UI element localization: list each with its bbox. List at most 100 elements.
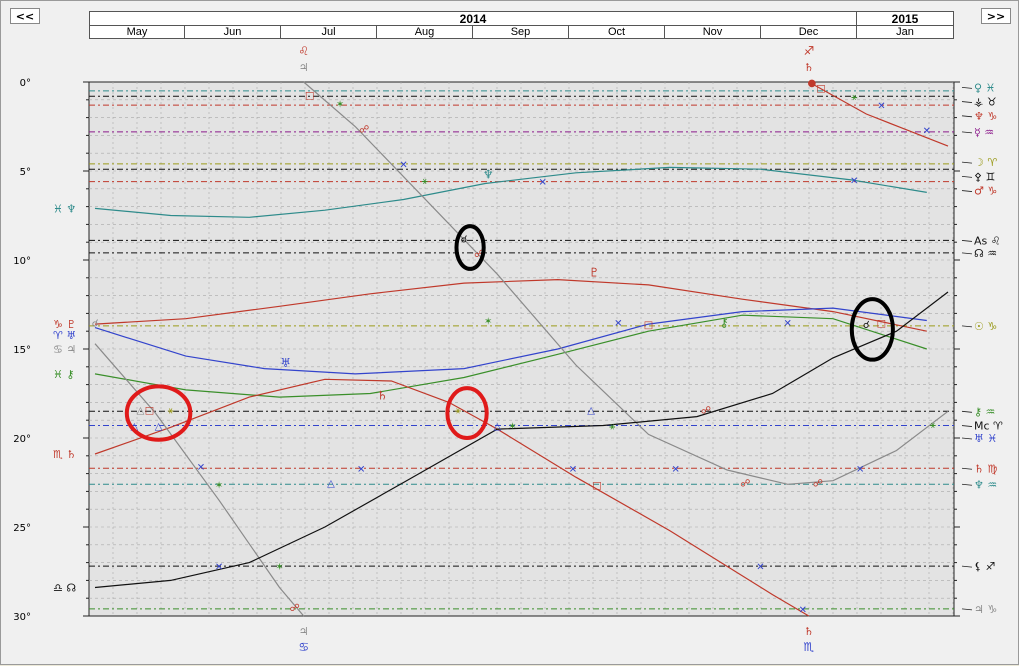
aspect-marker: ✕ [856,464,864,475]
natal-label-right: ♀ ♓ [974,81,995,94]
natal-label-right: ⚴ ♊ [974,170,995,183]
aspect-marker: △ [587,406,595,417]
aspect-marker: ⚹ [851,92,857,103]
natal-label-right: ♅ ♓ [974,432,997,445]
aspect-marker: ✕ [672,464,680,475]
aspect-marker: ☍ [290,603,300,614]
aspect-marker: ✕ [215,562,223,573]
aspect-marker: ✕ [923,126,931,137]
aspect-marker: ☍ [740,479,750,490]
y-tick-label: 25° [13,523,31,534]
aspect-marker: ✕ [538,178,546,189]
label-leader [961,175,973,178]
label-leader [961,115,973,118]
aspect-marker: ☌ [461,235,468,246]
y-tick-label: 10° [13,256,31,267]
aspect-marker: ⚹ [422,176,428,187]
label-leader [961,190,973,192]
natal-label-left: ♏ ♄ [53,448,76,461]
aspect-marker: ✕ [357,464,365,475]
natal-label-right: ☊ ♒ [974,247,997,260]
aspect-marker: △ [493,422,501,433]
aspect-marker: ✶ [484,317,492,328]
aspect-marker: ✕ [399,160,407,171]
natal-label-right: ♃ ♑ [974,603,997,616]
aspect-marker: ● [807,78,816,89]
aspect-marker: ⚹ [168,406,174,417]
aspect-marker: ✕ [197,462,205,473]
natal-label-left: ♈ ♅ [53,329,76,342]
y-tick-label: 30° [13,612,31,623]
aspect-marker: □ [592,480,601,491]
label-leader [961,101,973,103]
aspect-marker: ✶ [215,480,223,491]
aspect-marker: ✕ [783,318,791,329]
natal-label-left: ♓ ♆ [53,202,76,215]
natal-label-right: Mc ♈ [974,420,1003,433]
natal-label-right: ⚶ ♉ [974,96,997,109]
curve-label: ♄ [377,388,388,402]
natal-label-right: ♆ ♑ [974,110,997,123]
aspect-marker: ✕ [877,101,885,112]
natal-label-right: ⚸ ♐ [974,560,995,573]
label-leader [961,483,973,486]
label-leader [961,240,973,242]
natal-label-left: ♋ ♃ [53,343,76,356]
natal-label-left: ♓ ⚷ [53,368,74,381]
natal-label-right: ♄ ♍ [974,462,997,475]
ingress-planet-label-top: ♄ [804,61,814,74]
aspect-marker: △ [327,479,335,490]
y-tick-label: 15° [13,345,31,356]
aspect-marker: ✕ [614,318,622,329]
aspect-marker: □ [644,320,653,331]
aspect-marker: ⚹ [609,422,615,433]
ingress-sign-label-bottom: ♏ [803,640,814,654]
label-leader [961,425,973,427]
aspect-marker: ✶ [275,562,283,573]
aspect-marker: ✶ [508,422,516,433]
natal-label-right: As ♌ [974,234,1001,247]
ingress-planet-label-bottom: ♄ [804,625,814,638]
aspect-marker: ⚹ [455,406,461,417]
aspect-marker: ✕ [569,464,577,475]
label-leader [961,410,973,413]
aspect-marker: ☌ [92,318,99,329]
chart-window: << >> 2014 2015 May Jun Jul Aug Sep Oct … [0,0,1019,665]
natal-label-right: ♂ ♑ [974,185,997,198]
curve-label: ♇ [589,265,600,279]
aspect-marker: ☌ [863,320,870,331]
ingress-sign-label-top: ♐ [803,44,814,58]
label-leader [961,608,973,611]
aspect-marker: ☍ [701,406,711,417]
y-tick-label: 0° [20,78,31,89]
aspect-marker: ☍ [813,479,823,490]
label-leader [961,325,973,328]
aspect-marker: ⚹ [930,420,936,431]
natal-label-right: ☽ ♈ [974,156,997,169]
label-leader [961,161,973,164]
curve-label: ♅ [280,356,291,370]
label-leader [961,565,973,568]
ingress-planet-label-top: ♃ [299,61,309,74]
label-leader [961,467,973,470]
natal-label-right: ☿ ♒ [974,126,994,139]
natal-label-right: ♆ ♒ [974,478,997,491]
aspect-marker: ☍ [359,124,369,135]
natal-label-left: ♎ ☊ [53,582,76,595]
y-tick-label: 20° [13,434,31,445]
aspect-marker: ✕ [756,562,764,573]
aspect-marker: □ [305,90,314,101]
aspect-marker: □ [145,406,154,417]
aspect-marker: △ [137,406,145,417]
curve-label: ♆ [483,168,494,182]
aspect-marker: □ [877,318,886,329]
label-leader [961,86,973,89]
label-leader [961,131,973,134]
aspect-marker: □ [816,83,825,94]
natal-label-right: ☉ ♑ [974,320,997,333]
curve-label: ⚷ [720,315,729,329]
aspect-marker: ✶ [336,99,344,110]
label-leader [961,437,973,440]
label-leader [961,252,973,255]
transit-chart: 0°5°10°15°20°25°30°□✶☍✕⚹☌☍✕✶ ✕ □ ✕ ☌ □△ □ ⚹△ △⚹△… [13,44,1003,654]
